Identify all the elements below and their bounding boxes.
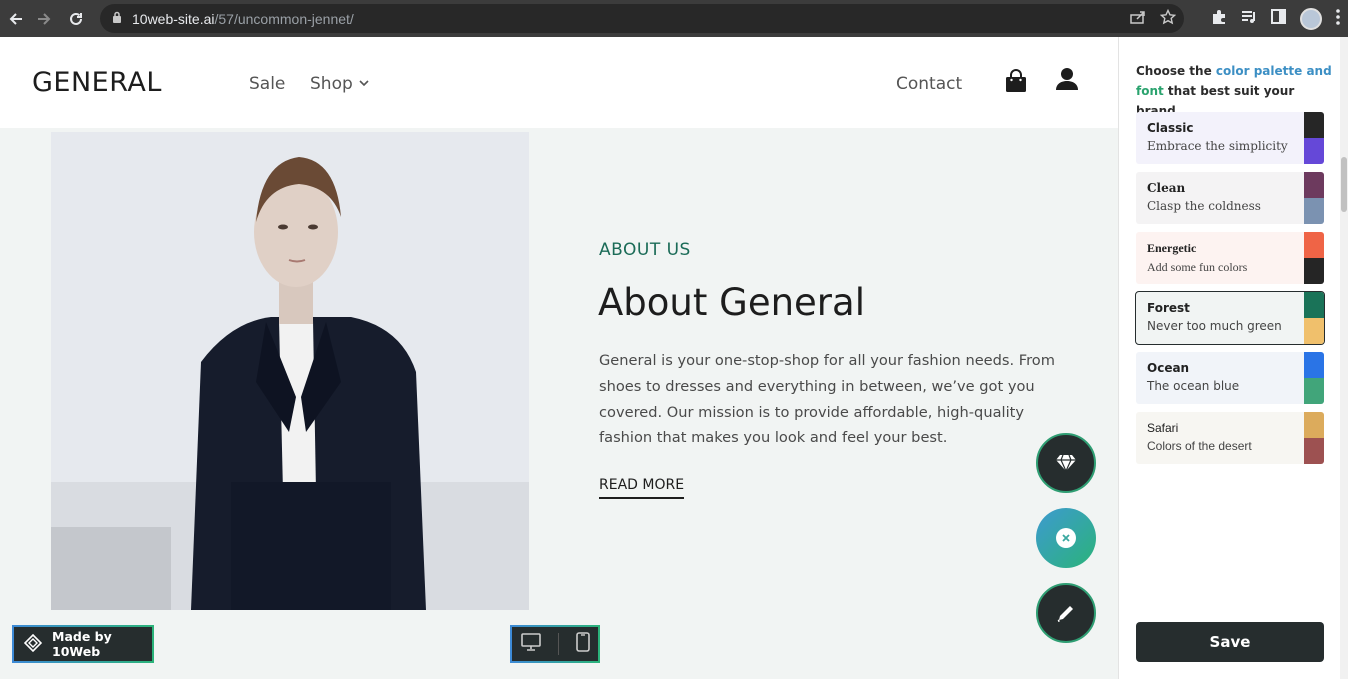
mobile-view-icon[interactable] [575, 632, 590, 656]
media-queue-icon[interactable] [1241, 10, 1257, 28]
back-arrow-icon [9, 12, 22, 25]
palette-desc: Colors of the desert [1147, 439, 1252, 453]
swatch-secondary [1304, 198, 1324, 224]
forward-button[interactable] [28, 0, 60, 37]
palette-ocean[interactable]: Ocean The ocean blue [1136, 352, 1324, 404]
about-title: About General [598, 281, 865, 324]
palette-name: Ocean [1147, 361, 1190, 375]
nav-shop-label: Shop [310, 74, 353, 94]
scrollbar-thumb[interactable] [1341, 157, 1347, 212]
pencil-icon [1057, 606, 1073, 622]
read-more-link[interactable]: READ MORE [599, 477, 685, 499]
palette-desc: Add some fun colors [1147, 260, 1248, 274]
palette-name: Clean [1147, 181, 1186, 195]
side-panel-icon[interactable] [1271, 9, 1286, 28]
about-eyebrow: ABOUT US [599, 240, 691, 260]
url-path: /57/uncommon-jennet/ [214, 10, 354, 27]
palette-name: Forest [1147, 301, 1190, 315]
palette-name: Safari [1147, 421, 1179, 435]
10web-logo-icon [23, 633, 43, 655]
palette-desc: Clasp the coldness [1147, 199, 1261, 213]
nav-sale[interactable]: Sale [249, 74, 285, 94]
intro-highlight-1: color palette and [1215, 64, 1332, 78]
swatch-secondary [1304, 378, 1324, 404]
made-by-10web-badge[interactable]: Made by 10Web [12, 625, 154, 663]
reload-icon [70, 12, 82, 25]
intro-highlight-2: font [1136, 84, 1164, 98]
swatch-secondary [1304, 318, 1324, 344]
palette-panel: Choose the color palette and font that b… [1118, 37, 1340, 679]
palette-safari[interactable]: Safari Colors of the desert [1136, 412, 1324, 464]
device-toggle [510, 625, 600, 663]
palette-desc: Embrace the simplicity [1147, 139, 1288, 153]
swatch-primary [1304, 232, 1324, 258]
swatch-secondary [1304, 438, 1324, 464]
lock-icon [112, 11, 122, 26]
palette-energetic[interactable]: Energetic Add some fun colors [1136, 232, 1324, 284]
palette-clean[interactable]: Clean Clasp the coldness [1136, 172, 1324, 224]
reload-button[interactable] [60, 0, 92, 37]
edit-button[interactable] [1036, 583, 1096, 643]
shopping-bag-icon[interactable] [1005, 69, 1027, 97]
desktop-view-icon[interactable] [520, 633, 541, 655]
palette-name: Classic [1147, 121, 1194, 135]
profile-avatar[interactable] [1300, 7, 1322, 30]
url-host: 10web-site.ai [132, 10, 215, 27]
page-scrollbar[interactable] [1340, 37, 1348, 679]
swatch-primary [1304, 172, 1324, 198]
browser-menu-icon[interactable] [1336, 8, 1340, 29]
user-account-icon[interactable] [1055, 67, 1079, 95]
close-icon [1056, 528, 1076, 548]
close-panel-button[interactable] [1036, 508, 1096, 568]
nav-shop[interactable]: Shop [310, 74, 369, 94]
website-preview: GENERAL Sale Shop Contact ABOUT US About… [0, 37, 1118, 679]
palette-classic[interactable]: Classic Embrace the simplicity [1136, 112, 1324, 164]
about-body: General is your one-stop-shop for all yo… [599, 352, 1055, 447]
nav-contact[interactable]: Contact [896, 74, 962, 94]
forward-arrow-icon [38, 12, 51, 25]
toggle-divider [557, 633, 559, 655]
palette-name: Energetic [1147, 241, 1197, 255]
site-header: GENERAL Sale Shop Contact [0, 37, 1118, 128]
save-button[interactable]: Save [1136, 622, 1324, 662]
palette-desc: The ocean blue [1147, 379, 1240, 393]
palette-desc: Never too much green [1147, 319, 1282, 333]
site-logo[interactable]: GENERAL [32, 67, 162, 98]
premium-button[interactable] [1036, 433, 1096, 493]
swatch-secondary [1304, 138, 1324, 164]
intro-pre: Choose the [1136, 64, 1216, 78]
swatch-primary [1304, 352, 1324, 378]
diamond-icon [1056, 454, 1076, 472]
swatch-primary [1304, 412, 1324, 438]
share-icon[interactable] [1130, 10, 1146, 28]
swatch-primary [1304, 112, 1324, 138]
about-photo [51, 132, 529, 610]
made-by-label: Made by 10Web [52, 629, 112, 659]
swatch-primary [1304, 292, 1324, 318]
extensions-puzzle-icon[interactable] [1211, 9, 1227, 29]
bookmark-star-icon[interactable] [1159, 8, 1177, 29]
browser-toolbar: 10web-site.ai/57/uncommon-jennet/ [0, 0, 1348, 37]
chevron-down-icon [359, 77, 369, 90]
palette-forest[interactable]: Forest Never too much green [1135, 291, 1325, 345]
address-bar[interactable]: 10web-site.ai/57/uncommon-jennet/ [100, 4, 1184, 33]
swatch-secondary [1304, 258, 1324, 284]
